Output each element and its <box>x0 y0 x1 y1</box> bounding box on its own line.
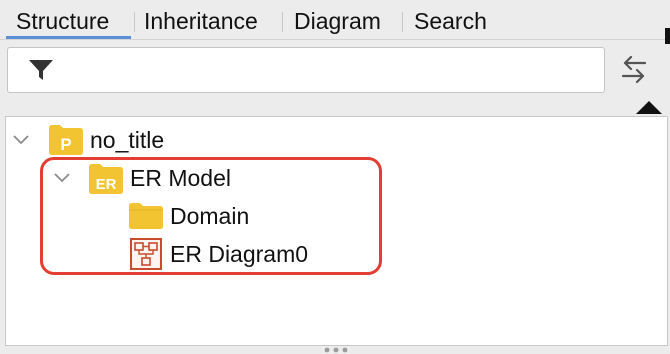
filter-icon <box>29 60 53 80</box>
filter-input[interactable] <box>60 52 600 90</box>
tab-inheritance[interactable]: Inheritance <box>144 7 258 35</box>
resize-grip-icon[interactable] <box>321 346 351 354</box>
svg-text:P: P <box>60 135 71 154</box>
tab-separator <box>402 12 403 32</box>
panel-edge-marker <box>665 28 670 44</box>
tab-divider <box>0 39 670 40</box>
triangle-up-icon[interactable] <box>636 101 662 114</box>
chevron-down-icon[interactable] <box>12 134 30 146</box>
tab-search[interactable]: Search <box>414 7 487 35</box>
tab-diagram[interactable]: Diagram <box>294 7 381 35</box>
tab-bar: Structure Inheritance Diagram Search <box>0 0 670 40</box>
tab-separator <box>282 12 283 32</box>
tree-item-project[interactable]: no_title <box>90 126 164 154</box>
link-with-editor-icon[interactable] <box>617 52 651 88</box>
tab-separator <box>134 12 135 32</box>
filter-field[interactable] <box>7 47 605 93</box>
highlight-box <box>40 157 382 275</box>
project-folder-icon: P <box>49 125 83 155</box>
tab-structure[interactable]: Structure <box>16 7 109 35</box>
